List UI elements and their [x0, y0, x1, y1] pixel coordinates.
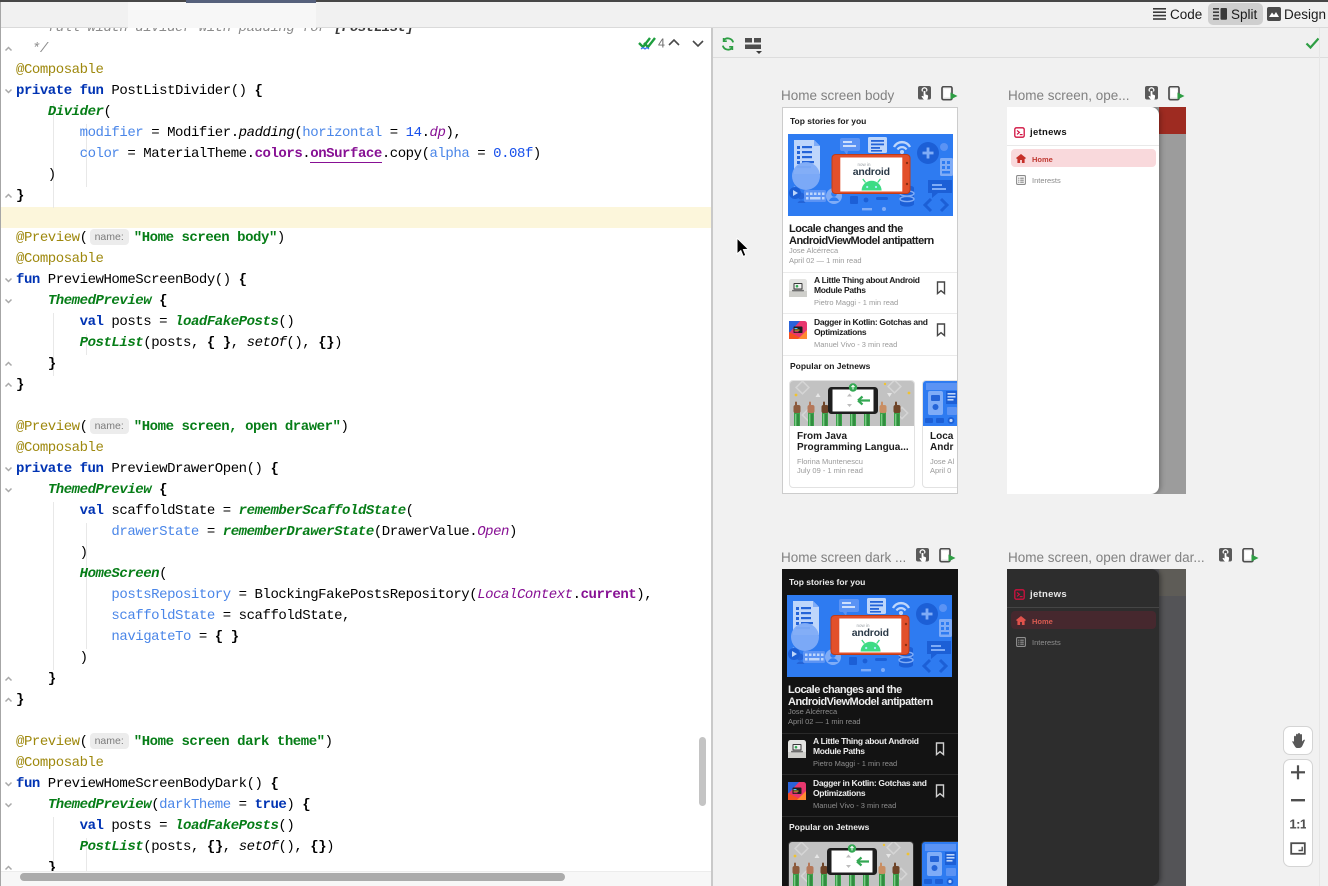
svg-text:android: android [852, 627, 889, 639]
svg-text:1:1: 1:1 [1290, 817, 1306, 832]
svg-text:android: android [853, 166, 890, 178]
svg-text:4: 4 [658, 37, 665, 51]
